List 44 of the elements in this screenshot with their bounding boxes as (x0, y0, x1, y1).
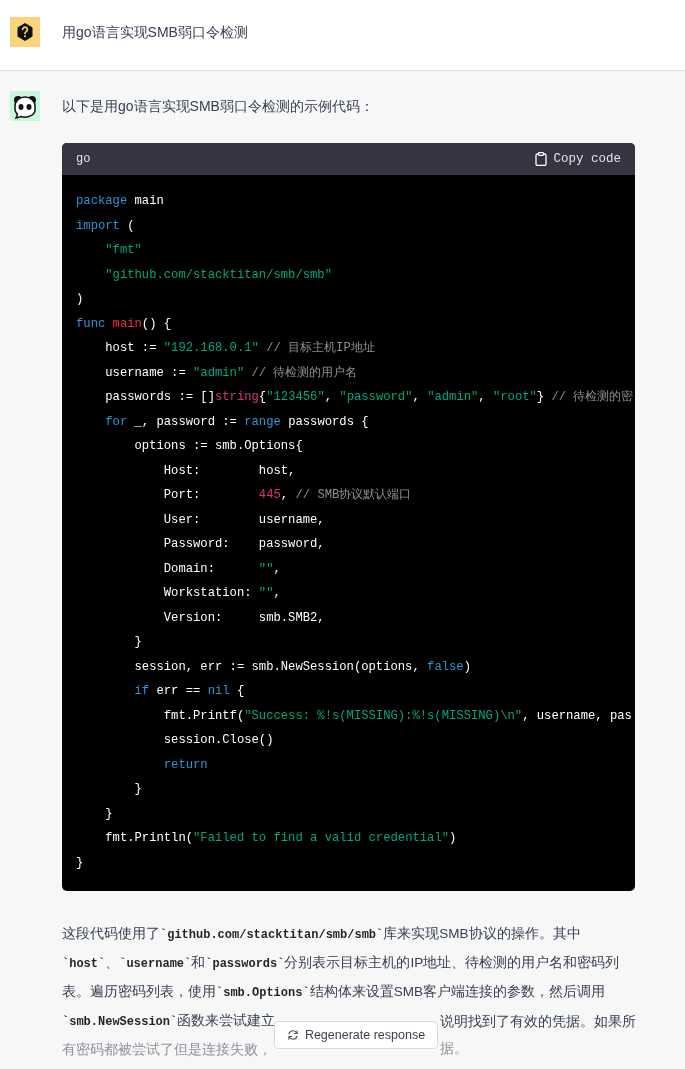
code-line: session, err := smb.NewSession(options, false) (133, 658, 471, 676)
code-line: fmt.Printf("Success: %!s(MISSING):%!s(MISSING)\n", username, pas (162, 707, 632, 725)
question-text: 用go语言实现SMB弱口令检测 (62, 23, 248, 42)
code-line: Version: smb.SMB2, (162, 609, 325, 627)
code-line: for _, password := range passwords { (104, 413, 369, 431)
explanation-text: 据。 (440, 1040, 468, 1058)
code-line: Password: password, (162, 536, 325, 553)
code-line: } (76, 854, 84, 872)
code-line: import ( (76, 217, 135, 235)
code-line: package main (76, 193, 164, 210)
copy-code-button[interactable]: Copy code (535, 152, 621, 166)
code-line: passwords := []string{"123456", "password", "admin", "root"} // 待检测的密 (104, 389, 634, 406)
code-line: host := "192.168.0.1" // 目标主机IP地址 (104, 340, 375, 357)
user-avatar-icon (10, 17, 40, 47)
refresh-icon (286, 1029, 299, 1041)
code-line: Host: host, (162, 462, 296, 480)
code-line: Domain: "", (162, 560, 281, 578)
code-line: username := "admin" // 待检测的用户名 (104, 364, 358, 382)
code-line: User: username, (162, 511, 325, 529)
code-line: "fmt" (104, 242, 142, 259)
code-line: } (133, 781, 142, 798)
clipboard-icon (535, 152, 548, 166)
code-line: return (162, 756, 208, 774)
code-line: func main() { (76, 315, 172, 333)
regenerate-response-button[interactable]: Regenerate response (274, 1021, 438, 1049)
code-line: fmt.Println("Failed to find a valid credential") (104, 830, 457, 847)
panda-avatar-icon (10, 91, 40, 121)
explanation-text: 这段代码使用了`github.com/stacktitan/smb/smb`库来实现SMB协议的操作。其中 (62, 925, 581, 944)
code-line: } (133, 634, 142, 651)
code-line: options := smb.Options{ (133, 438, 303, 455)
answer-intro-text: 以下是用go语言实现SMB弱口令检测的示例代码： (62, 97, 375, 116)
code-line: session.Close() (162, 732, 274, 749)
code-line: if err == nil { (133, 683, 245, 700)
code-language-label: go (76, 152, 91, 166)
code-line: Workstation: "", (162, 585, 281, 602)
code-line: } (104, 805, 113, 823)
code-line: Port: 445, // SMB协议默认端口 (162, 487, 412, 504)
explanation-text: 表。遍历密码列表，使用`smb.Options`结构体来设置SMB客户端连接的参数，然后调用 (62, 983, 605, 1002)
explanation-text: 说明找到了有效的凭据。如果所 (440, 1013, 636, 1031)
code-line: ) (76, 291, 84, 308)
code-line: "github.com/stacktitan/smb/smb" (104, 266, 332, 284)
explanation-text: 有密码都被尝试了但是连接失败， (62, 1041, 272, 1059)
explanation-text: `host`、`username`和`passwords`分别表示目标主机的IP地址、待检测的用户名和密码列 (62, 954, 620, 973)
explanation-text: `smb.NewSession`函数来尝试建立 (62, 1012, 276, 1031)
